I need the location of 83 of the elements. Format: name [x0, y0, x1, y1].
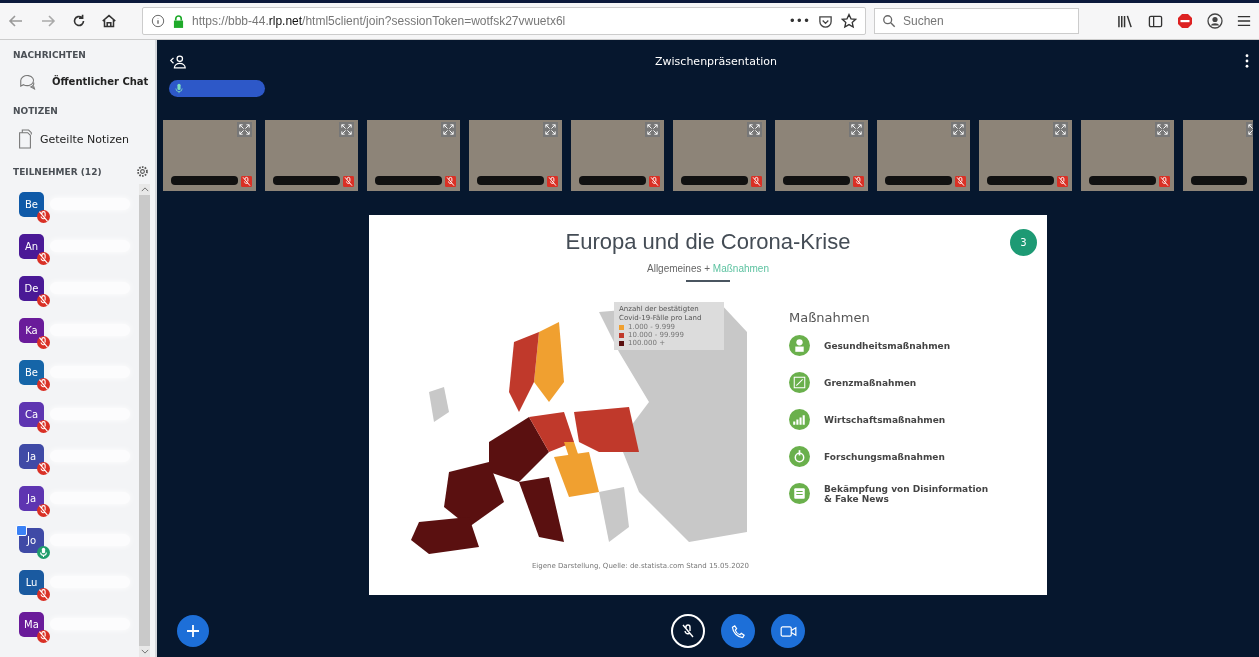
- scroll-up-icon[interactable]: [140, 187, 149, 192]
- camera-button[interactable]: [771, 614, 805, 648]
- plus-icon: [185, 623, 201, 639]
- menu-icon[interactable]: [1237, 13, 1251, 29]
- redacted-name-bar: [681, 176, 748, 185]
- slide-title: Europa und die Corona-Krise: [565, 229, 851, 255]
- search-icon: [882, 14, 896, 28]
- fullscreen-icon[interactable]: [339, 122, 354, 137]
- pocket-icon[interactable]: [818, 13, 833, 29]
- video-camera-icon: [779, 625, 797, 637]
- slide-subtitle: Allgemeines + Maßnahmen: [647, 263, 769, 274]
- fullscreen-icon[interactable]: [237, 122, 252, 137]
- participant-item[interactable]: Ja: [19, 442, 139, 470]
- fullscreen-icon[interactable]: [1155, 122, 1170, 137]
- section-heading: NOTIZEN: [12, 106, 59, 116]
- measure-icon: [789, 335, 810, 356]
- fullscreen-icon[interactable]: [747, 122, 762, 137]
- muted-microphone-icon: [680, 623, 696, 639]
- more-options-icon[interactable]: [1245, 54, 1249, 68]
- fullscreen-icon[interactable]: [645, 122, 660, 137]
- redacted-name-bar: [273, 176, 340, 185]
- measure-label: Forschungsmaßnahmen: [824, 451, 946, 462]
- redacted-name-bar: [579, 176, 646, 185]
- participant-item[interactable]: Be: [19, 190, 139, 218]
- notes-item[interactable]: Geteilte Notizen: [0, 116, 155, 165]
- participant-item[interactable]: Lu: [19, 568, 139, 596]
- library-icon[interactable]: [1117, 13, 1134, 29]
- measure-label: Gesundheitsmaßnahmen: [824, 340, 952, 351]
- redacted-name-bar: [477, 176, 544, 185]
- redacted-name-bar: [1191, 176, 1247, 185]
- participant-item[interactable]: Ma: [19, 610, 139, 638]
- star-icon[interactable]: [841, 13, 857, 29]
- redacted-name-bar: [885, 176, 952, 185]
- measure-icon: [789, 409, 810, 430]
- fullscreen-icon[interactable]: [1053, 122, 1068, 137]
- fullscreen-icon[interactable]: [849, 122, 864, 137]
- participant-item[interactable]: An: [19, 232, 139, 260]
- participant-item[interactable]: Ja: [19, 484, 139, 512]
- user-list-toggle-icon[interactable]: [169, 53, 187, 69]
- chat-item[interactable]: Öffentlicher Chat: [0, 60, 155, 106]
- fullscreen-icon[interactable]: [441, 122, 456, 137]
- talking-indicator[interactable]: [169, 80, 265, 97]
- lock-icon: [173, 14, 184, 28]
- home-icon[interactable]: [100, 12, 118, 30]
- fullscreen-icon[interactable]: [951, 122, 966, 137]
- page-number-badge: 3: [1010, 229, 1037, 256]
- documents-icon: [16, 128, 34, 150]
- info-icon[interactable]: [151, 14, 165, 28]
- settings-icon[interactable]: [136, 165, 149, 178]
- redacted-name-bar: [1089, 176, 1156, 185]
- microphone-icon: [175, 83, 183, 94]
- section-heading: TEILNEHMER (12): [12, 166, 102, 177]
- participant-item[interactable]: Ka: [19, 316, 139, 344]
- participant-item[interactable]: Ca: [19, 400, 139, 428]
- participant-item[interactable]: Jo: [19, 526, 139, 554]
- redacted-name-bar: [783, 176, 850, 185]
- microphone-button[interactable]: [671, 614, 705, 648]
- section-heading: NACHRICHTEN: [12, 50, 87, 60]
- adblock-icon[interactable]: [1177, 13, 1193, 29]
- fullscreen-icon[interactable]: [543, 122, 558, 137]
- scroll-down-icon[interactable]: [140, 649, 149, 654]
- account-icon[interactable]: [1207, 13, 1223, 29]
- participant-item[interactable]: Be: [19, 358, 139, 386]
- measure-icon: [789, 483, 810, 504]
- participant-item[interactable]: De: [19, 274, 139, 302]
- actions-button[interactable]: [177, 615, 209, 647]
- phone-button[interactable]: [721, 614, 755, 648]
- redacted-name-bar: [171, 176, 238, 185]
- measure-label: Wirtschaftsmaßnahmen: [824, 414, 947, 425]
- measure-label: Bekämpfung von Disinformation & Fake News: [824, 483, 990, 504]
- measure-icon: [789, 446, 810, 467]
- phone-icon: [730, 623, 746, 639]
- redacted-name-bar: [375, 176, 442, 185]
- measure-label: Grenzmaßnahmen: [824, 377, 918, 388]
- address-bar[interactable]: https://bbb-44.rlp.net/html5client/join?sessionToken=wotfsk27vwuetx6l •••: [142, 7, 866, 35]
- search-field[interactable]: Suchen: [874, 8, 1079, 34]
- meeting-title: Zwischenpräsentation: [655, 54, 777, 68]
- url-text: https://bbb-44.rlp.net/html5client/join?sessionToken=wotfsk27vwuetx6l: [192, 14, 566, 28]
- sidebar-icon[interactable]: [1148, 13, 1163, 29]
- page-actions-button[interactable]: •••: [788, 14, 810, 28]
- redacted-name-bar: [987, 176, 1054, 185]
- measure-icon: [789, 372, 810, 393]
- measures-heading: Maßnahmen: [789, 310, 871, 325]
